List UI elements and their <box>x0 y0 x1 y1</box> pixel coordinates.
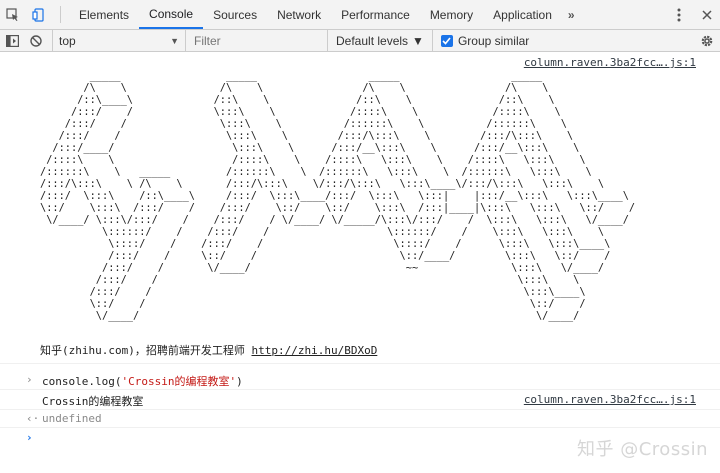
group-similar-checkbox[interactable] <box>440 34 453 47</box>
filter-input[interactable] <box>194 33 319 48</box>
tab-performance[interactable]: Performance <box>331 0 420 29</box>
return-value: undefined <box>42 412 102 425</box>
recruit-note: 知乎(zhihu.com)，招聘前端开发工程师 http://zhi.hu/BD… <box>40 342 377 358</box>
more-options-icon[interactable] <box>664 8 694 22</box>
tab-sources[interactable]: Sources <box>203 0 267 29</box>
toolbar-divider <box>60 6 61 23</box>
return-arrow-icon: ‹· <box>26 412 40 425</box>
console-input-line: › console.log('Crossin的编程教室') <box>0 370 720 390</box>
filter-box <box>186 29 328 52</box>
tab-network[interactable]: Network <box>267 0 331 29</box>
close-devtools-icon[interactable] <box>694 9 720 20</box>
context-selector[interactable]: top ▼ <box>52 29 186 52</box>
console-toolbar: top ▼ Default levels ▼ Group similar <box>0 29 720 52</box>
recruit-note-text: 知乎(zhihu.com)，招聘前端开发工程师 <box>40 344 252 357</box>
console-command: console.log('Crossin的编程教室') <box>42 375 243 388</box>
dropdown-arrow-icon: ▼ <box>170 35 179 46</box>
more-tabs-button[interactable]: » <box>562 0 581 29</box>
ascii-art-logo: _____ _____ _____ _____ /\ \ /\ \ /\ \ /… <box>40 70 636 322</box>
device-toolbar-icon[interactable] <box>26 0 52 29</box>
console-output-line: Crossin的编程教室 column.raven.3ba2fcc….js:1 <box>0 390 720 410</box>
recruit-link[interactable]: http://zhi.hu/BDXoD <box>251 344 377 357</box>
context-value: top <box>59 33 76 48</box>
console-return-line: ‹· undefined <box>0 410 720 428</box>
log-levels-dropdown[interactable]: Default levels ▼ <box>328 29 433 52</box>
source-link[interactable]: column.raven.3ba2fcc….js:1 <box>524 393 696 406</box>
zhihu-watermark: 知乎 @Crossin <box>577 439 708 460</box>
group-similar-label: Group similar <box>457 33 530 48</box>
prompt-chevron-icon: › <box>26 431 33 444</box>
group-similar-toggle[interactable]: Group similar <box>433 34 529 48</box>
clear-console-icon[interactable] <box>24 30 48 52</box>
tab-memory[interactable]: Memory <box>420 0 483 29</box>
inspect-element-icon[interactable] <box>0 0 26 29</box>
source-link[interactable]: column.raven.3ba2fcc….js:1 <box>524 56 696 69</box>
devtools-tab-bar: Elements Console Sources Network Perform… <box>0 0 720 30</box>
tab-console[interactable]: Console <box>139 0 204 29</box>
console-messages: column.raven.3ba2fcc….js:1 _____ _____ _… <box>0 52 720 473</box>
dropdown-arrow-icon: ▼ <box>412 33 424 48</box>
tab-application[interactable]: Application <box>483 0 562 29</box>
console-settings-icon[interactable] <box>694 34 720 48</box>
tab-elements[interactable]: Elements <box>69 0 139 29</box>
log-levels-label: Default levels <box>336 33 409 48</box>
console-output: Crossin的编程教室 <box>42 395 144 408</box>
tab-bar-right-controls <box>664 0 720 29</box>
console-log-message: column.raven.3ba2fcc….js:1 _____ _____ _… <box>0 52 720 364</box>
prompt-chevron-icon: › <box>26 373 33 386</box>
show-sidebar-icon[interactable] <box>0 30 24 52</box>
